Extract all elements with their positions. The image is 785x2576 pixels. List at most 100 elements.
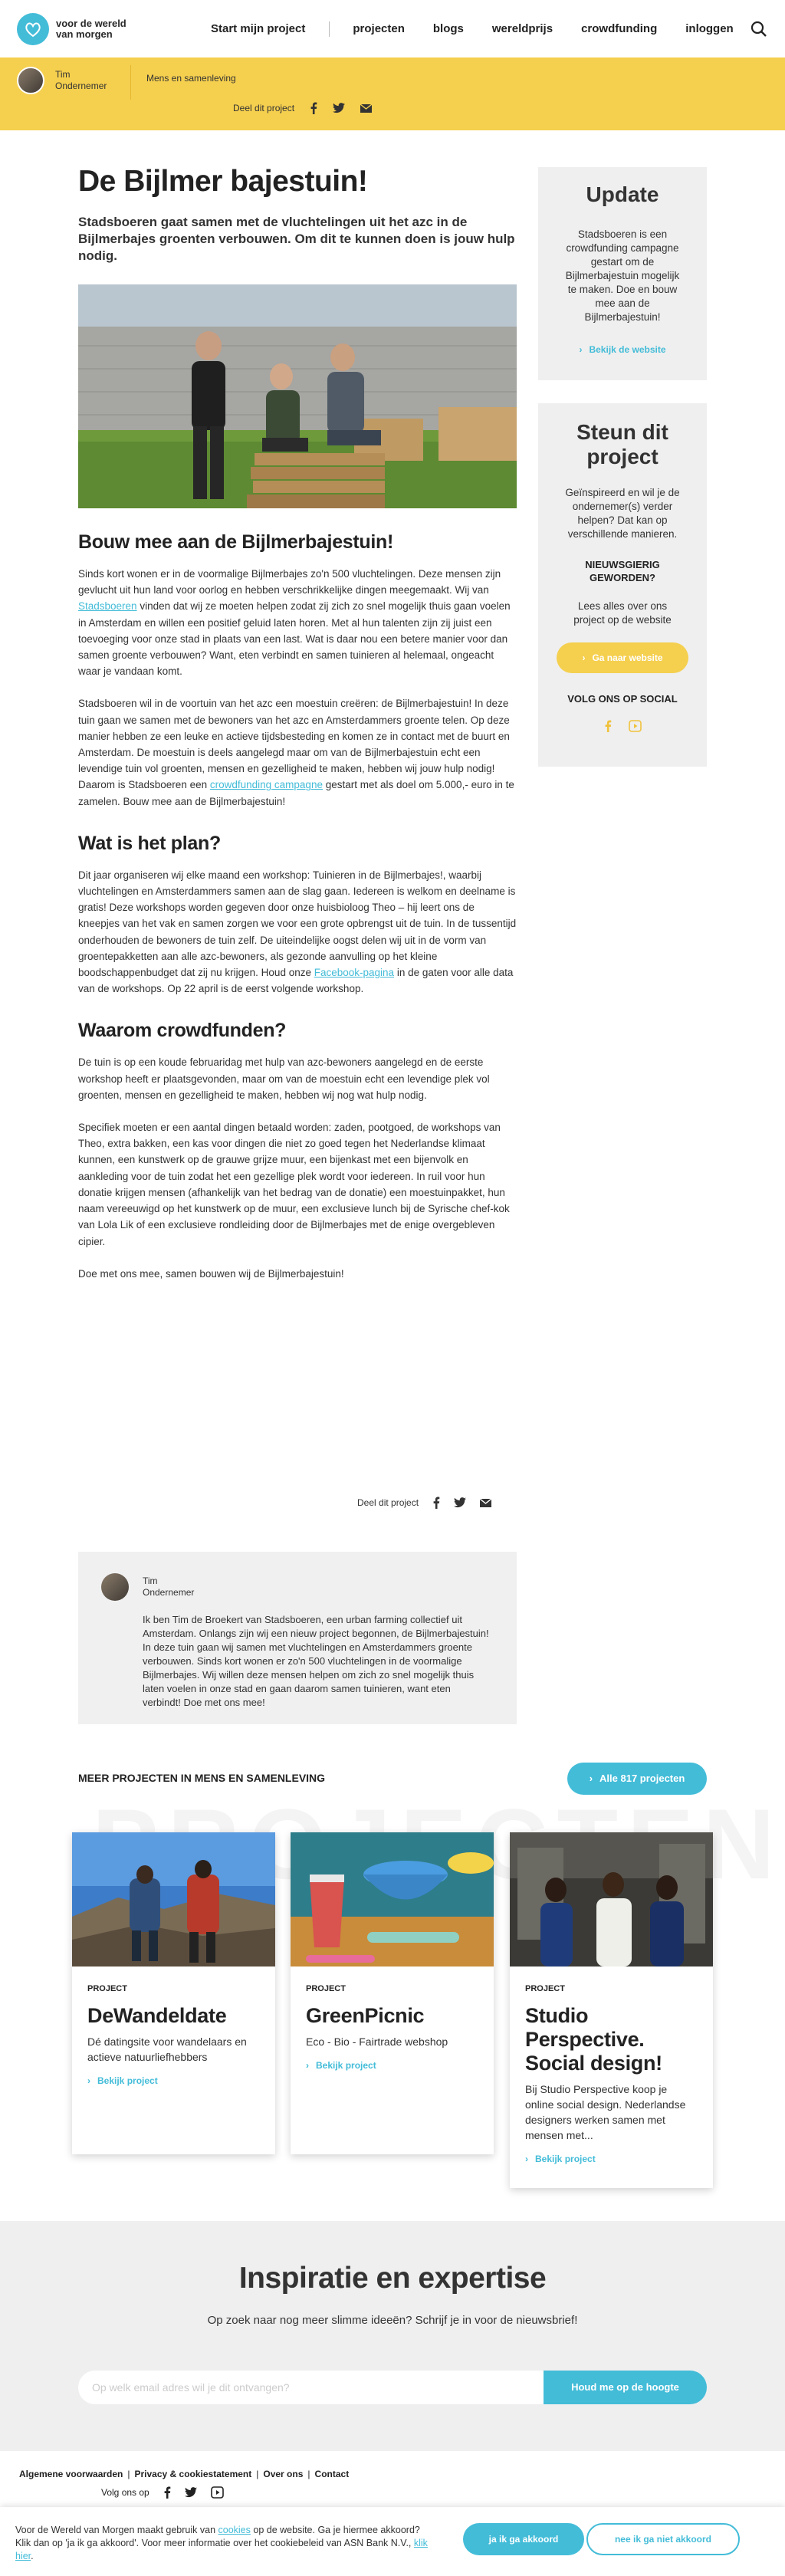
chevron-right-icon: › [579, 344, 583, 355]
main-nav: Start mijn project projecten blogs werel… [211, 21, 762, 37]
heading-bouw-mee: Bouw mee aan de Bijlmerbajestuin! [78, 531, 394, 553]
crowdfunding-campagne-link[interactable]: crowdfunding campagne [210, 779, 323, 790]
card-title: DeWandeldate [87, 2004, 227, 2027]
footer-link-privacy[interactable]: Privacy & cookiestatement [135, 2469, 252, 2479]
mail-icon[interactable] [360, 104, 373, 113]
facebook-icon[interactable] [604, 720, 612, 736]
project-card[interactable]: PROJECT DeWandeldate Dé datingsite voor … [72, 1832, 275, 2154]
author-name: Tim [55, 69, 71, 80]
twitter-icon[interactable] [454, 1497, 467, 1508]
mail-icon[interactable] [480, 1498, 492, 1507]
heart-logo-icon [17, 12, 49, 45]
meta-divider [130, 65, 131, 100]
cookie-banner: Voor de Wereld van Morgen maakt gebruik … [0, 2507, 785, 2576]
nav-crowdfunding[interactable]: crowdfunding [581, 22, 657, 35]
author-bio-box: Tim Ondernemer Ik ben Tim de Broekert va… [78, 1552, 517, 1724]
nav-inloggen[interactable]: inloggen [685, 22, 734, 35]
author-role: Ondernemer [55, 80, 107, 91]
social-icons [538, 720, 707, 736]
email-field[interactable] [78, 2371, 544, 2404]
support-card: Steun dit project Geïnspireerd en wil je… [538, 403, 707, 767]
project-image [510, 1832, 713, 1967]
nav-wereldprijs[interactable]: wereldprijs [492, 22, 553, 35]
facebook-icon[interactable] [163, 2486, 171, 2499]
card-label: PROJECT [87, 1984, 127, 1993]
share-label: Deel dit project [357, 1497, 419, 1508]
card-title: Studio Perspective. Social design! [525, 2004, 662, 2075]
paragraph-3: Dit jaar organiseren wij elke maand een … [78, 869, 517, 995]
footer-link-over-ons[interactable]: Over ons [263, 2469, 303, 2479]
youtube-icon[interactable] [210, 2486, 224, 2499]
author-role: Ondernemer [143, 1587, 195, 1598]
paragraph-6: Doe met ons mee, samen bouwen wij de Bij… [78, 1267, 344, 1280]
update-title: Update [586, 182, 659, 206]
project-card[interactable]: PROJECT GreenPicnic Eco - Bio - Fairtrad… [291, 1832, 494, 2154]
go-to-website-button[interactable]: › Ga naar website [557, 642, 688, 673]
article: De Bijlmer bajestuin! Stadsboeren gaat s… [78, 165, 517, 1282]
nav-projecten[interactable]: projecten [353, 22, 405, 35]
card-link[interactable]: › Bekijk project [525, 2154, 698, 2164]
card-description: Dé datingsite voor wandelaars en actieve… [87, 2036, 247, 2063]
share-bar-top: Deel dit project [233, 102, 373, 114]
cookies-link[interactable]: cookies [218, 2525, 251, 2535]
youtube-icon[interactable] [628, 720, 642, 736]
card-title: GreenPicnic [306, 2004, 425, 2027]
facebook-icon[interactable] [432, 1497, 440, 1509]
chevron-right-icon: › [87, 2075, 90, 2086]
heading-waarom-crowdfunden: Waarom crowdfunden? [78, 1020, 287, 1042]
card-link[interactable]: › Bekijk project [87, 2075, 260, 2086]
card-link[interactable]: › Bekijk project [306, 2060, 478, 2071]
category-link[interactable]: Mens en samenleving [146, 73, 236, 84]
update-text: Stadsboeren is een crowdfunding campagne… [565, 228, 680, 323]
newsletter-subtitle: Op zoek naar nog meer slimme ideeën? Sch… [207, 2314, 578, 2327]
paragraph-1: Sinds kort wonen er in de voormalige Bij… [78, 568, 511, 678]
curious-text: Lees alles over ons project op de websit… [573, 600, 672, 626]
chevron-right-icon: › [306, 2060, 309, 2071]
stadsboeren-link[interactable]: Stadsboeren [78, 600, 137, 612]
facebook-pagina-link[interactable]: Facebook-pagina [314, 967, 394, 978]
footer-link-contact[interactable]: Contact [315, 2469, 350, 2479]
footer: Algemene voorwaarden | Privacy & cookiest… [19, 2469, 349, 2479]
all-projects-button[interactable]: › Alle 817 projecten [567, 1763, 707, 1795]
twitter-icon[interactable] [333, 103, 346, 113]
chevron-right-icon: › [525, 2154, 528, 2164]
paragraph-4: De tuin is op een koude februaridag met … [78, 1056, 490, 1101]
card-description: Bij Studio Perspective koop je online so… [525, 2083, 686, 2141]
cookie-decline-button[interactable]: nee ik ga niet akkoord [586, 2523, 740, 2555]
support-title: Steun dit project [576, 420, 668, 468]
logo-text: voor de wereld van morgen [56, 17, 126, 40]
twitter-icon[interactable] [184, 2487, 197, 2498]
avatar [17, 67, 44, 94]
page-title: De Bijlmer bajestuin! [78, 165, 368, 198]
share-label: Deel dit project [233, 103, 295, 113]
newsletter-title: Inspiratie en expertise [238, 2262, 547, 2295]
nav-divider [329, 21, 330, 37]
article-intro: Stadsboeren gaat samen met de vluchtelin… [78, 215, 515, 263]
nav-start-mijn-project[interactable]: Start mijn project [211, 22, 305, 35]
author-name: Tim [143, 1576, 158, 1586]
curious-title: NIEUWSGIERIG GEWORDEN? [585, 559, 660, 583]
author-bio-text: Ik ben Tim de Broekert van Stadsboeren, … [143, 1614, 489, 1708]
follow-label: Volg ons op [101, 2487, 149, 2498]
more-projects-heading: MEER PROJECTEN IN MENS EN SAMENLEVING [78, 1772, 326, 1784]
project-card[interactable]: PROJECT Studio Perspective. Social desig… [510, 1832, 713, 2188]
footer-social: Volg ons op [101, 2486, 224, 2499]
author-info[interactable]: Tim Ondernemer [17, 67, 117, 94]
avatar [101, 1573, 129, 1601]
cookie-accept-button[interactable]: ja ik ga akkoord [463, 2523, 584, 2555]
chevron-right-icon: › [582, 652, 586, 663]
search-icon[interactable] [750, 20, 768, 38]
card-description: Eco - Bio - Fairtrade webshop [306, 2036, 448, 2048]
site-logo[interactable]: voor de wereld van morgen [17, 12, 133, 45]
paragraph-2: Stadsboeren wil in de voortuin van het a… [78, 698, 514, 807]
footer-link-voorwaarden[interactable]: Algemene voorwaarden [19, 2469, 123, 2479]
facebook-icon[interactable] [310, 102, 317, 114]
project-image [72, 1832, 275, 1967]
card-label: PROJECT [525, 1984, 565, 1993]
site-header: voor de wereld van morgen Start mijn pro… [0, 0, 785, 58]
project-image [291, 1832, 494, 1967]
nav-blogs[interactable]: blogs [433, 22, 464, 35]
website-link[interactable]: › Bekijk de website [538, 344, 707, 355]
subscribe-button[interactable]: Houd me op de hoogte [544, 2371, 707, 2404]
card-label: PROJECT [306, 1984, 346, 1993]
